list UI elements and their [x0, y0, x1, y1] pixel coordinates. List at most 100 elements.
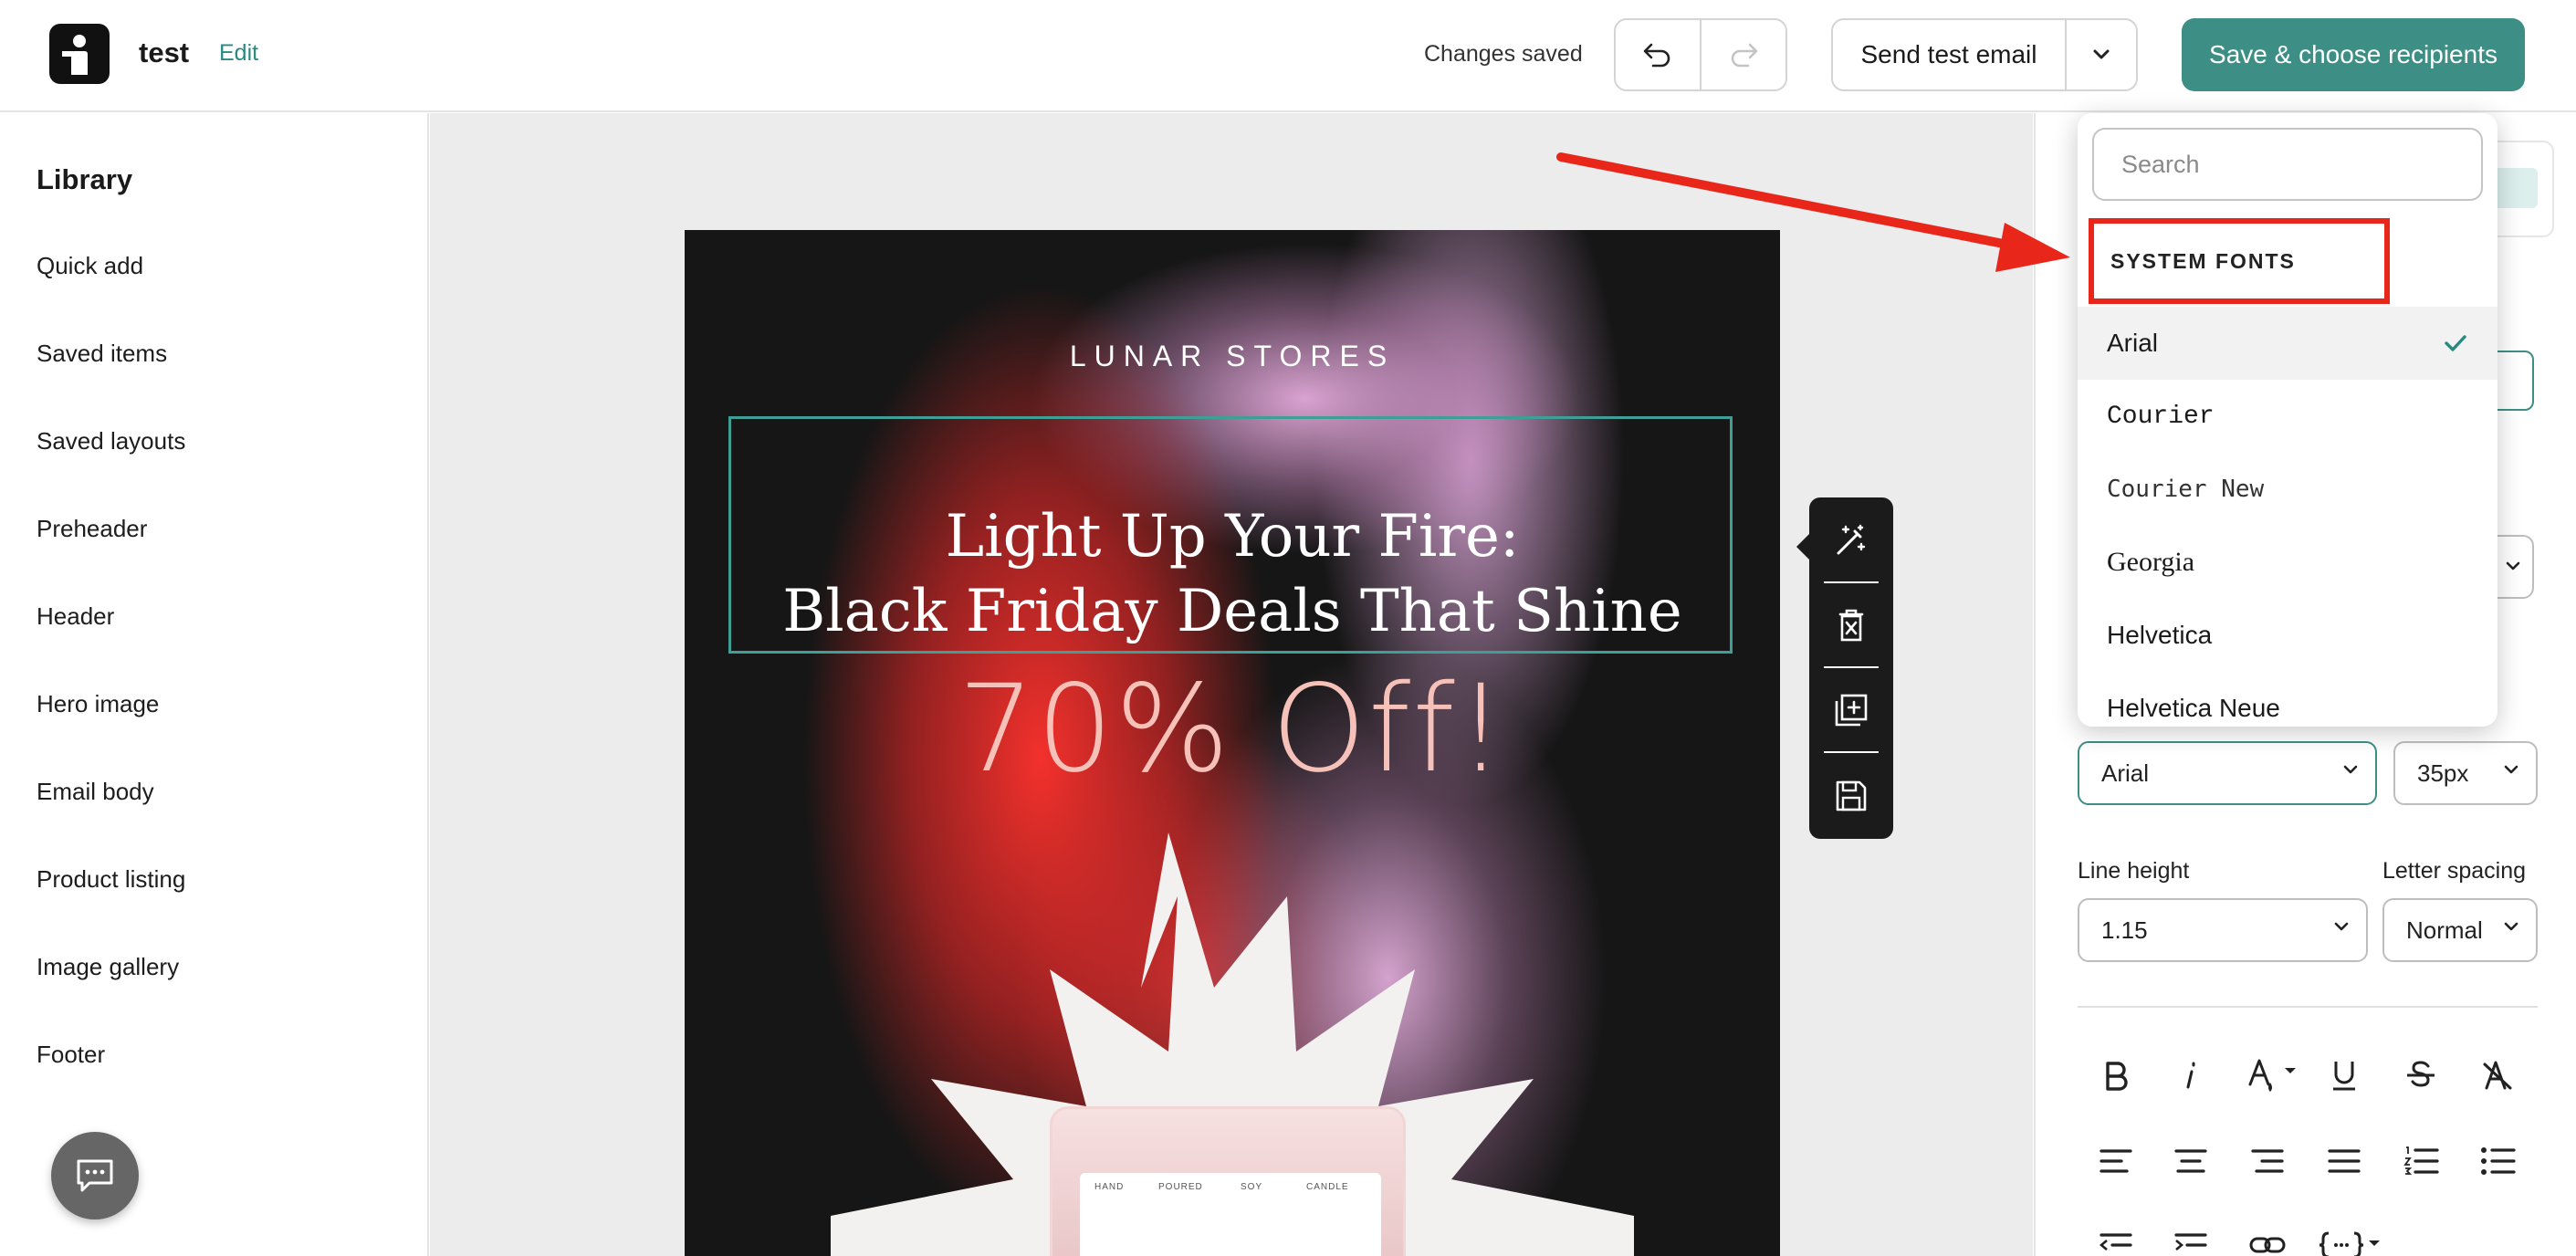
bullet-list-button[interactable] [2472, 1136, 2523, 1187]
align-left-icon [2100, 1149, 2132, 1173]
chat-icon [77, 1159, 113, 1192]
system-fonts-heading: SYSTEM FONTS [2089, 218, 2390, 304]
top-bar: test Edit Changes saved Send test email … [0, 0, 2576, 112]
align-right-icon [2251, 1149, 2284, 1173]
bullet-list-icon [2481, 1147, 2516, 1175]
send-test-dropdown-button[interactable] [2065, 20, 2136, 89]
brand-name[interactable]: LUNAR STORES [685, 340, 1780, 373]
font-family-select[interactable]: Arial [2078, 741, 2377, 805]
edit-name-link[interactable]: Edit [219, 40, 258, 67]
save-choose-recipients-button[interactable]: Save & choose recipients [2182, 18, 2525, 91]
justify-button[interactable] [2319, 1136, 2370, 1187]
text-color-button[interactable] [2242, 1050, 2306, 1101]
line-height-label: Line height [2078, 858, 2190, 884]
duplicate-block-button[interactable] [1809, 667, 1893, 752]
sidebar-item-email-body[interactable]: Email body [37, 778, 154, 806]
sidebar-item-hero-image[interactable]: Hero image [37, 690, 159, 718]
indent-button[interactable] [2165, 1219, 2216, 1256]
font-family-dropdown: SYSTEM FONTS Arial Courier Courier New G… [2078, 113, 2497, 727]
ordered-list-button[interactable] [2395, 1136, 2446, 1187]
email-canvas: LUNAR STORES Light Up Your Fire: Black F… [430, 113, 2033, 1256]
align-center-button[interactable] [2165, 1136, 2216, 1187]
headline-line-1: Light Up Your Fire: [945, 503, 1520, 570]
bold-button[interactable] [2090, 1050, 2141, 1101]
discount-text[interactable]: 70% Off! [685, 659, 1780, 800]
save-block-button[interactable] [1809, 753, 1893, 838]
align-center-icon [2174, 1149, 2207, 1173]
bold-icon [2106, 1062, 2128, 1091]
send-test-email-button[interactable]: Send test email [1833, 20, 2065, 89]
font-option-helvetica-neue[interactable]: Helvetica Neue [2078, 672, 2497, 727]
strikethrough-button[interactable] [2395, 1050, 2446, 1101]
link-button[interactable] [2242, 1219, 2293, 1256]
letter-spacing-select[interactable]: Normal [2382, 898, 2538, 962]
undo-button[interactable] [1616, 20, 1700, 89]
chevron-down-icon [2504, 765, 2518, 774]
headline-line-2: Black Friday Deals That Shine [782, 578, 1682, 645]
font-option-courier[interactable]: Courier [2078, 380, 2497, 453]
sidebar-item-preheader[interactable]: Preheader [37, 515, 147, 543]
undo-redo-group [1614, 18, 1787, 91]
chevron-down-icon [2334, 922, 2349, 931]
curly-braces-icon [2319, 1231, 2380, 1256]
library-sidebar: Library Quick add Saved items Saved layo… [0, 113, 429, 1256]
outdent-button[interactable] [2090, 1219, 2141, 1256]
italic-icon [2186, 1062, 2195, 1089]
sidebar-item-quick-add[interactable]: Quick add [37, 252, 143, 280]
outdent-icon [2100, 1233, 2132, 1251]
sidebar-item-product-listing[interactable]: Product listing [37, 865, 185, 894]
redo-button[interactable] [1700, 20, 1785, 89]
sidebar-item-header[interactable]: Header [37, 602, 114, 631]
candle-product-image: HAND POURED SOY CANDLE [1050, 1106, 1406, 1256]
font-option-courier-new[interactable]: Courier New [2078, 453, 2497, 526]
clear-format-icon [2483, 1061, 2512, 1090]
panel-divider [2078, 1006, 2538, 1008]
sidebar-item-saved-items[interactable]: Saved items [37, 340, 167, 368]
hero-headline[interactable]: Light Up Your Fire: Black Friday Deals T… [685, 499, 1780, 649]
align-right-button[interactable] [2242, 1136, 2293, 1187]
chevron-down-icon [2506, 561, 2520, 570]
delete-block-button[interactable] [1809, 582, 1893, 667]
ordered-list-icon [2403, 1146, 2439, 1175]
duplicate-icon [1835, 694, 1868, 726]
justify-icon [2328, 1149, 2361, 1173]
italic-button[interactable] [2165, 1050, 2216, 1101]
sidebar-item-image-gallery[interactable]: Image gallery [37, 953, 179, 981]
email-hero-block[interactable]: LUNAR STORES Light Up Your Fire: Black F… [685, 230, 1780, 1256]
sidebar-item-saved-layouts[interactable]: Saved layouts [37, 427, 185, 455]
text-color-icon [2248, 1059, 2296, 1092]
line-height-select[interactable]: 1.15 [2078, 898, 2368, 962]
font-size-select[interactable]: 35px [2393, 741, 2538, 805]
library-title: Library [37, 163, 133, 195]
chat-button[interactable] [51, 1132, 139, 1219]
indent-icon [2174, 1233, 2207, 1251]
letter-spacing-label: Letter spacing [2382, 858, 2527, 884]
send-test-email-group: Send test email [1831, 18, 2138, 91]
underline-button[interactable] [2319, 1050, 2370, 1101]
underline-icon [2333, 1062, 2355, 1091]
app-logo[interactable] [49, 24, 110, 84]
personalization-button[interactable] [2315, 1219, 2388, 1256]
checkmark-icon [2445, 335, 2466, 351]
save-icon [1836, 780, 1867, 811]
panel-toggle-chip[interactable] [2492, 168, 2538, 208]
font-option-georgia[interactable]: Georgia [2078, 526, 2497, 599]
clear-format-button[interactable] [2472, 1050, 2523, 1101]
font-option-arial[interactable]: Arial [2078, 307, 2497, 380]
document-name: test [139, 37, 190, 68]
chevron-down-icon [2343, 765, 2358, 774]
chevron-down-icon [2093, 49, 2110, 59]
block-toolbar [1796, 497, 1893, 839]
align-left-button[interactable] [2090, 1136, 2141, 1187]
font-option-helvetica[interactable]: Helvetica [2078, 599, 2497, 672]
save-status: Changes saved [1424, 41, 1583, 67]
delete-icon [1838, 609, 1864, 641]
magic-wand-icon [1837, 524, 1866, 554]
sidebar-item-footer[interactable]: Footer [37, 1041, 105, 1069]
strikethrough-icon [2407, 1061, 2435, 1087]
undo-icon [1643, 43, 1670, 68]
ai-assist-button[interactable] [1809, 497, 1893, 582]
font-search-input[interactable] [2092, 128, 2483, 201]
candle-label: HAND POURED SOY CANDLE [1080, 1173, 1381, 1256]
redo-icon [1731, 43, 1758, 68]
